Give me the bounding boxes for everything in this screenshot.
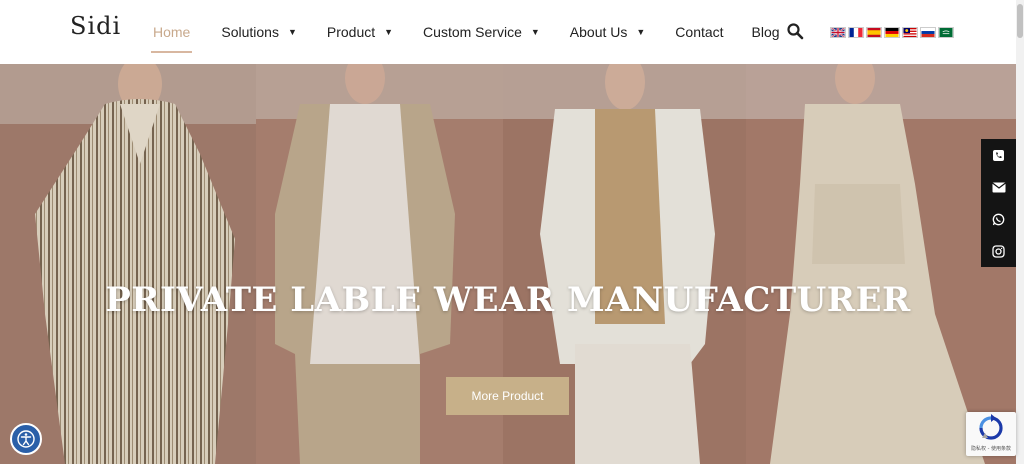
instagram-icon[interactable] — [981, 235, 1016, 267]
flag-saudi-arabia-icon[interactable] — [938, 27, 954, 38]
nav-label: Contact — [675, 24, 724, 40]
nav-item-contact[interactable]: Contact — [675, 0, 723, 64]
language-switcher — [830, 27, 954, 38]
recaptcha-icon — [979, 414, 1003, 440]
flag-germany-icon[interactable] — [884, 27, 900, 38]
nav-item-home[interactable]: Home — [150, 0, 193, 64]
recaptcha-badge[interactable]: 隐私权 - 使用条款 — [966, 412, 1016, 456]
side-contact-bar — [981, 139, 1016, 267]
flag-france-icon[interactable] — [848, 27, 864, 38]
nav-label: Home — [153, 24, 191, 40]
accessibility-icon[interactable] — [10, 423, 42, 455]
caret-down-icon: ▼ — [636, 27, 646, 37]
nav-label: About Us — [569, 24, 628, 40]
nav-label: Custom Service — [423, 24, 522, 40]
recaptcha-terms-text: 隐私权 - 使用条款 — [971, 446, 1011, 452]
whatsapp-icon[interactable] — [981, 203, 1016, 235]
caret-down-icon: ▼ — [384, 27, 394, 37]
email-icon[interactable] — [981, 171, 1016, 203]
caret-down-icon: ▼ — [287, 27, 297, 37]
nav-item-solutions[interactable]: Solutions ▼ — [221, 0, 297, 64]
hero-banner: PRIVATE LABLE WEAR MANUFACTURER More Pro… — [0, 64, 1016, 464]
nav-label: Solutions — [221, 24, 279, 40]
site-header: Sidi Home Solutions ▼ Product ▼ Custom S… — [0, 0, 1016, 64]
flag-russia-icon[interactable] — [920, 27, 936, 38]
more-product-button[interactable]: More Product — [446, 377, 569, 415]
nav-item-product[interactable]: Product ▼ — [327, 0, 393, 64]
nav-item-blog[interactable]: Blog — [752, 0, 780, 64]
flag-malaysia-icon[interactable] — [902, 27, 918, 38]
scrollbar-thumb[interactable] — [1017, 4, 1023, 38]
nav-label: Blog — [751, 24, 780, 40]
search-icon[interactable] — [786, 22, 804, 40]
brand-logo[interactable]: Sidi — [70, 12, 121, 40]
nav-label: Product — [326, 24, 376, 40]
nav-item-about-us[interactable]: About Us ▼ — [570, 0, 646, 64]
phone-icon[interactable] — [981, 139, 1016, 171]
nav-item-custom-service[interactable]: Custom Service ▼ — [423, 0, 540, 64]
page-scrollbar[interactable] — [1016, 0, 1024, 464]
caret-down-icon: ▼ — [530, 27, 540, 37]
main-nav: Home Solutions ▼ Product ▼ Custom Servic… — [140, 0, 780, 64]
hero-title: PRIVATE LABLE WEAR MANUFACTURER — [105, 280, 911, 320]
flag-uk-icon[interactable] — [830, 27, 846, 38]
flag-spain-icon[interactable] — [866, 27, 882, 38]
